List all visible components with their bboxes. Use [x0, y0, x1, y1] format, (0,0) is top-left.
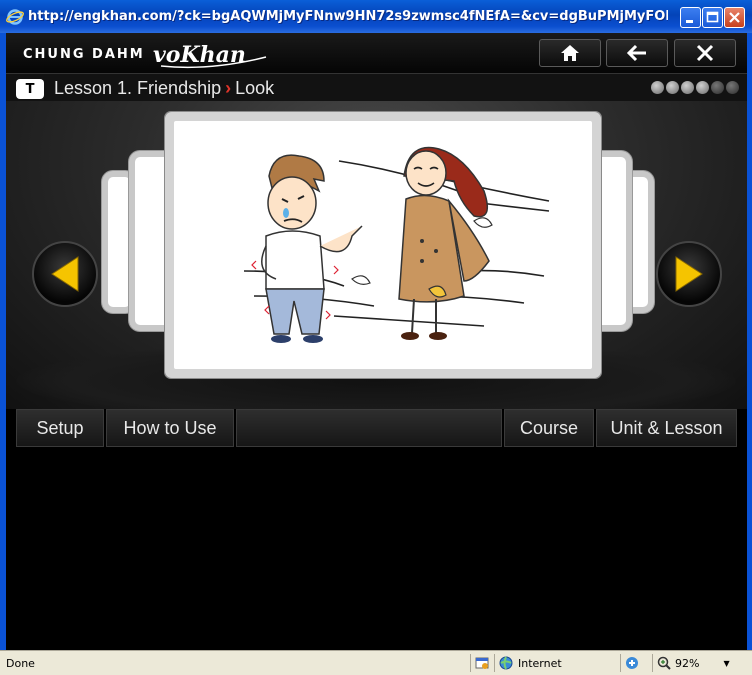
carousel-card-far-left[interactable] — [108, 177, 130, 307]
breadcrumb: Lesson 1. Friendship › Look — [54, 78, 274, 99]
window-title: http://engkhan.com/?ck=bgAQWMjMyFNnw9HN7… — [28, 9, 668, 24]
triangle-right-icon — [675, 256, 703, 292]
lesson-section: Look — [235, 78, 275, 98]
progress-dot — [651, 81, 664, 94]
progress-dots — [651, 81, 739, 94]
carousel-card-current[interactable] — [174, 121, 592, 369]
status-bar: Done Internet 92% ▼ — [0, 650, 752, 675]
how-to-use-button[interactable]: How to Use — [106, 409, 234, 447]
brand-text: CHUNG DAHM — [23, 46, 145, 62]
maximize-button[interactable] — [702, 7, 723, 28]
lesson-title: Lesson 1. Friendship — [54, 78, 222, 98]
minimize-icon — [686, 20, 693, 23]
girl-figure — [398, 146, 493, 340]
window-border-right — [747, 33, 752, 650]
status-protected-segment[interactable] — [620, 654, 650, 672]
bottom-menu: Setup How to Use Course Unit & Lesson — [16, 409, 737, 447]
globe-icon — [499, 656, 513, 670]
ie-icon — [6, 9, 24, 25]
brand-logo: CHUNG DAHM voKhan — [23, 40, 271, 69]
arrow-left-icon — [626, 44, 646, 62]
chevron-down-icon: ▼ — [723, 658, 730, 668]
app-close-button[interactable] — [674, 39, 736, 67]
carousel-card-left[interactable] — [135, 157, 177, 325]
status-text: Done — [6, 657, 35, 670]
carousel-stage — [6, 101, 747, 409]
chevron-right-icon: › — [225, 78, 232, 98]
minimize-button[interactable] — [680, 7, 701, 28]
close-icon — [696, 44, 714, 62]
popup-blocked-icon — [475, 657, 489, 669]
back-button[interactable] — [606, 39, 668, 67]
zoom-control[interactable]: 92% ▼ — [652, 654, 748, 672]
progress-dot — [726, 81, 739, 94]
zoom-icon — [657, 656, 671, 670]
previous-slide-button[interactable] — [32, 241, 98, 307]
status-security-segment — [470, 654, 494, 672]
unit-lesson-button[interactable]: Unit & Lesson — [596, 409, 737, 447]
windy-day-illustration — [243, 146, 550, 343]
app-content: CHUNG DAHM voKhan T Lesson 1. Friendship… — [6, 33, 747, 650]
progress-dot — [666, 81, 679, 94]
progress-dot — [711, 81, 724, 94]
home-button[interactable] — [539, 39, 601, 67]
window-close-button[interactable] — [724, 7, 745, 28]
progress-dot — [681, 81, 694, 94]
maximize-icon — [706, 11, 719, 23]
carousel-card-right[interactable] — [596, 157, 626, 325]
close-icon — [729, 12, 740, 23]
zoom-level: 92% — [675, 656, 700, 670]
vokhan-logo-icon: voKhan — [153, 42, 266, 69]
progress-dot — [696, 81, 709, 94]
teacher-badge[interactable]: T — [16, 79, 44, 99]
menu-spacer — [236, 409, 502, 447]
lesson-bar: T Lesson 1. Friendship › Look — [6, 73, 747, 102]
protected-mode-icon — [626, 657, 638, 669]
window-titlebar: http://engkhan.com/?ck=bgAQWMjMyFNnw9HN7… — [0, 0, 752, 33]
home-icon — [561, 45, 579, 61]
next-slide-button[interactable] — [656, 241, 722, 307]
status-zone: Internet — [518, 656, 562, 670]
carousel-card-far-right[interactable] — [628, 177, 648, 307]
course-button[interactable]: Course — [504, 409, 594, 447]
setup-button[interactable]: Setup — [16, 409, 104, 447]
leaf-icon — [351, 275, 371, 285]
boy-figure — [251, 154, 363, 343]
app-header: CHUNG DAHM voKhan — [6, 33, 747, 73]
triangle-left-icon — [51, 256, 79, 292]
status-zone-segment[interactable]: Internet — [494, 654, 616, 672]
